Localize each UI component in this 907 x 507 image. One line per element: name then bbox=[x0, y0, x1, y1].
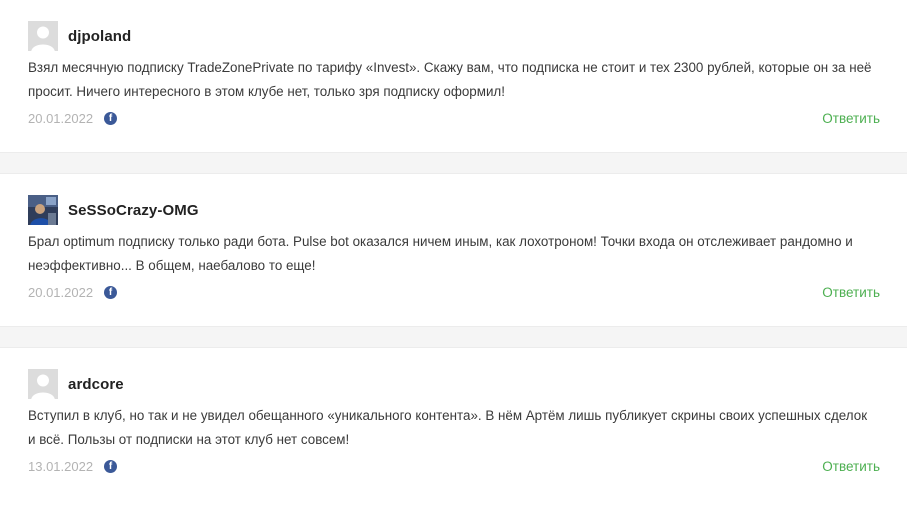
comment-author: SeSSoCrazy-OMG bbox=[68, 201, 199, 219]
comment-date: 13.01.2022 bbox=[28, 458, 94, 474]
reply-button[interactable]: Ответить bbox=[822, 459, 880, 474]
comment-header: SeSSoCrazy-OMG bbox=[28, 195, 199, 225]
default-avatar-icon bbox=[28, 21, 58, 51]
facebook-icon[interactable]: f bbox=[104, 459, 118, 473]
comment-item: SeSSoCrazy-OMG Брал optimum подписку тол… bbox=[0, 174, 907, 326]
comment-author: djpoland bbox=[68, 27, 132, 45]
comment-date: 20.01.2022 bbox=[28, 284, 94, 300]
comment-header: djpoland bbox=[28, 21, 131, 51]
comment-header: ardcore bbox=[28, 369, 124, 399]
facebook-icon[interactable]: f bbox=[104, 111, 118, 125]
facebook-icon[interactable]: f bbox=[104, 285, 118, 299]
default-avatar-icon bbox=[28, 369, 58, 399]
comment-text: Вступил в клуб, но так и не увидел обеща… bbox=[28, 408, 868, 447]
comment-date: 20.01.2022 bbox=[28, 110, 94, 126]
reply-button[interactable]: Ответить bbox=[822, 285, 880, 300]
comment-separator bbox=[0, 152, 907, 174]
photo-avatar-icon bbox=[28, 195, 58, 225]
comment-separator bbox=[0, 326, 907, 348]
comment-footer: 20.01.2022 f Ответить bbox=[28, 108, 880, 128]
comment-footer: 13.01.2022 f Ответить bbox=[28, 456, 880, 476]
comment-footer: 20.01.2022 f Ответить bbox=[28, 282, 880, 302]
reply-button[interactable]: Ответить bbox=[822, 111, 880, 126]
comment-item: ardcore Вступил в клуб, но так и не увид… bbox=[0, 348, 907, 500]
comment-item: djpoland Взял месячную подписку TradeZon… bbox=[0, 0, 907, 152]
comment-author: ardcore bbox=[68, 375, 124, 393]
comment-text: Брал optimum подписку только ради бота. … bbox=[28, 234, 853, 273]
comment-list: djpoland Взял месячную подписку TradeZon… bbox=[0, 0, 907, 500]
comment-text: Взял месячную подписку TradeZonePrivate … bbox=[28, 60, 872, 99]
